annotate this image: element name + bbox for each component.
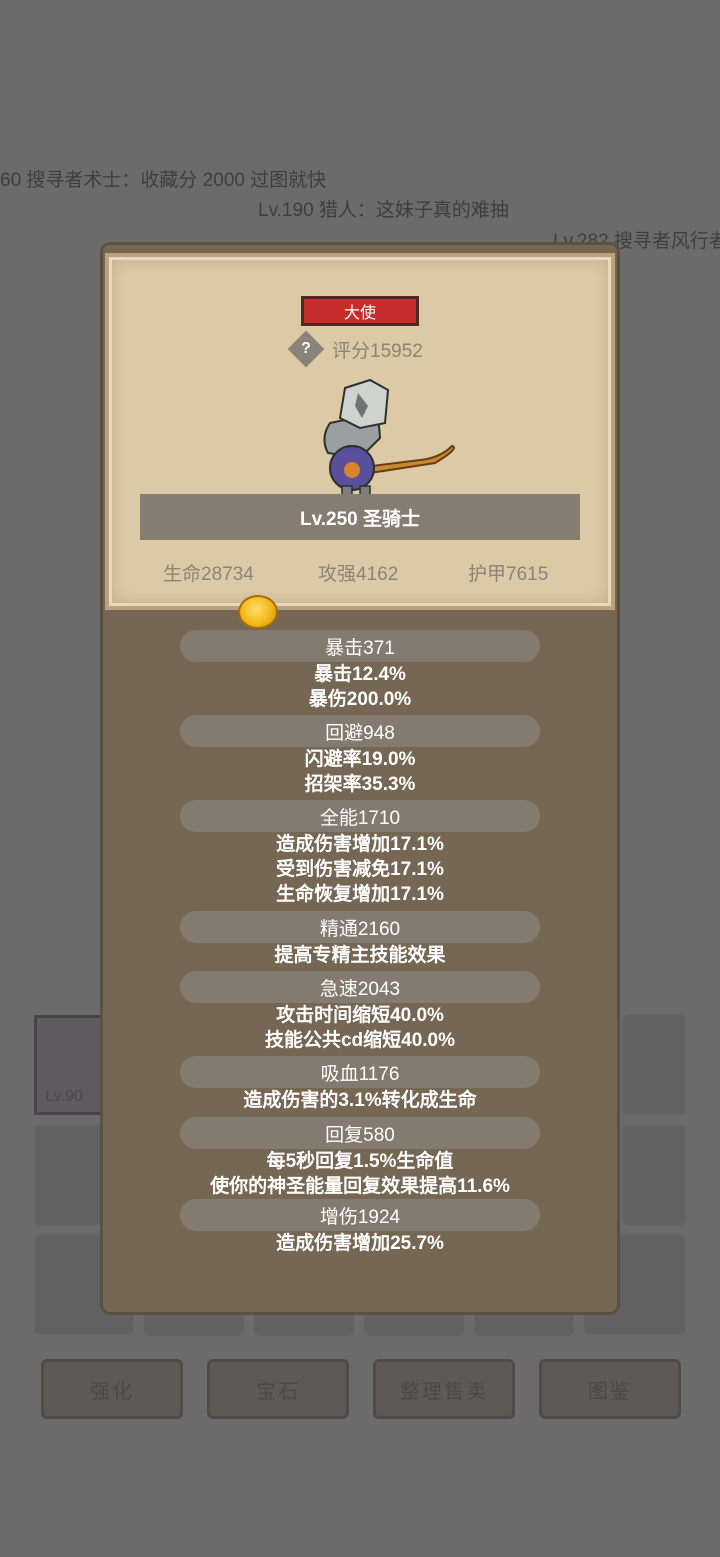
attribute-header-recovery: 回复580 bbox=[180, 1117, 540, 1149]
attribute-detail: 造成伤害增加25.7% bbox=[276, 1233, 444, 1254]
rank-badge: 大使 bbox=[301, 296, 419, 326]
attribute-detail: 使你的神圣能量回复效果提高11.6% bbox=[210, 1176, 510, 1197]
hero-name: Lv.250 圣骑士 bbox=[140, 494, 580, 540]
attribute-header-crit: 暴击371 bbox=[180, 630, 540, 662]
attribute-detail: 受到伤害减免17.1% bbox=[276, 859, 444, 880]
attribute-header-mastery: 精通2160 bbox=[180, 911, 540, 943]
inventory-slot[interactable] bbox=[622, 1125, 686, 1225]
attribute-detail: 技能公共cd缩短40.0% bbox=[264, 1030, 456, 1051]
chat-message: 60 搜寻者术士：收藏分 2000 过图就快 bbox=[0, 170, 327, 191]
attribute-header-damage-bonus: 增伤1924 bbox=[180, 1199, 540, 1231]
attribute-detail: 提高专精主技能效果 bbox=[274, 945, 446, 966]
attribute-detail: 暴击12.4% bbox=[314, 664, 406, 685]
attribute-header-versatility: 全能1710 bbox=[180, 800, 540, 832]
coin-icon bbox=[238, 595, 278, 629]
attack-stat: 攻强4162 bbox=[318, 564, 399, 585]
attribute-detail: 每5秒回复1.5%生命值 bbox=[266, 1151, 454, 1172]
paladin-hero-sprite bbox=[323, 378, 455, 505]
inventory-slot[interactable] bbox=[622, 1015, 686, 1115]
attribute-detail: 攻击时间缩短40.0% bbox=[276, 1005, 444, 1026]
sort-sell-button[interactable]: 整理售卖 bbox=[373, 1359, 515, 1419]
item-level: Lv.90 bbox=[45, 1088, 83, 1105]
attribute-detail: 造成伤害增加17.1% bbox=[276, 834, 444, 855]
score-label: 评分15952 bbox=[332, 341, 423, 362]
attribute-detail: 招架率35.3% bbox=[304, 774, 416, 795]
chat-message: Lv.190 猎人：这妹子真的难抽 bbox=[258, 200, 509, 221]
codex-button[interactable]: 图鉴 bbox=[539, 1359, 681, 1419]
attribute-header-haste: 急速2043 bbox=[180, 971, 540, 1003]
hp-stat: 生命28734 bbox=[163, 564, 254, 585]
gem-button[interactable]: 宝石 bbox=[207, 1359, 349, 1419]
attribute-header-lifesteal: 吸血1176 bbox=[180, 1056, 540, 1088]
attribute-detail: 生命恢复增加17.1% bbox=[276, 884, 444, 905]
attribute-detail: 闪避率19.0% bbox=[304, 749, 416, 770]
attribute-detail: 暴伤200.0% bbox=[308, 689, 412, 710]
help-icon[interactable]: ? bbox=[287, 330, 325, 368]
attribute-header-avoidance: 回避948 bbox=[180, 715, 540, 747]
armor-stat: 护甲7615 bbox=[468, 564, 549, 585]
enhance-button[interactable]: 强化 bbox=[41, 1359, 183, 1419]
attribute-detail: 造成伤害的3.1%转化成生命 bbox=[243, 1090, 477, 1111]
